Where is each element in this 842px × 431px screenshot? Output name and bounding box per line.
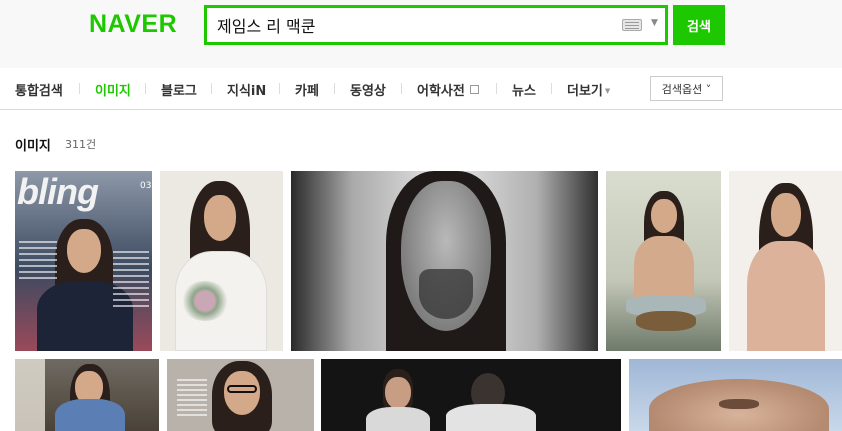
image-thumbnail[interactable] (160, 171, 283, 351)
figure-face (67, 229, 101, 273)
tab-more-wrap[interactable]: 더보기 ▼ (567, 80, 610, 99)
eyebrow (719, 399, 759, 409)
tab-integrated[interactable]: 통합검색 (15, 80, 63, 99)
tab-more[interactable]: 더보기 (567, 84, 603, 99)
header: NAVER ▼ 검색 (0, 0, 842, 68)
tab-news[interactable]: 뉴스 (512, 80, 536, 99)
image-thumbnail[interactable]: bling 03 (15, 171, 152, 351)
tab-kin[interactable]: 지식iN (227, 80, 266, 99)
result-count: 311건 (65, 138, 97, 151)
figure-face (224, 371, 260, 415)
tab-video[interactable]: 동영상 (350, 80, 386, 99)
section-title: 이미지 (15, 139, 51, 154)
beard (419, 269, 473, 319)
figure-face (204, 195, 236, 241)
image-thumbnail[interactable] (629, 359, 842, 431)
figure-face (385, 377, 411, 409)
square-icon (469, 85, 479, 94)
tab-dictionary[interactable]: 어학사전 (417, 84, 465, 99)
divider (79, 83, 80, 94)
tab-images[interactable]: 이미지 (95, 80, 131, 99)
divider (211, 83, 212, 94)
divider (279, 83, 280, 94)
figure-body (747, 241, 825, 351)
category-nav: 통합검색 이미지 블로그 지식iN 카페 동영상 어학사전 뉴스 더보기 ▼ 검색… (0, 68, 842, 110)
image-thumbnail[interactable] (15, 359, 159, 431)
image-thumbnail[interactable] (167, 359, 314, 431)
divider (401, 83, 402, 94)
chevron-down-icon[interactable]: ▼ (651, 18, 658, 28)
food-plate (636, 311, 696, 331)
figure-body (366, 407, 430, 431)
flower-motif (180, 281, 230, 321)
figure-face (771, 193, 801, 237)
search-input[interactable] (217, 8, 607, 42)
image-thumbnail[interactable] (729, 171, 842, 351)
glasses (227, 385, 257, 393)
divider (496, 83, 497, 94)
divider (551, 83, 552, 94)
second-figure-body (446, 404, 536, 431)
figure-body (55, 399, 125, 431)
divider (145, 83, 146, 94)
issue-number: 03 (140, 181, 152, 191)
cover-text-block (113, 251, 149, 311)
image-thumbnail[interactable] (291, 171, 598, 351)
search-button[interactable]: 검색 (673, 5, 725, 45)
tab-dictionary-wrap[interactable]: 어학사전 (417, 80, 479, 99)
cover-text-block (19, 241, 57, 281)
magazine-title: bling (17, 171, 99, 212)
keyboard-icon[interactable] (622, 19, 642, 31)
search-options-button[interactable]: 검색옵션 ˅ (650, 76, 723, 101)
image-thumbnail[interactable] (606, 171, 721, 351)
divider (334, 83, 335, 94)
tab-cafe[interactable]: 카페 (295, 80, 319, 99)
naver-logo[interactable]: NAVER (89, 10, 177, 39)
search-box[interactable]: ▼ (204, 5, 668, 45)
tab-blog[interactable]: 블로그 (161, 80, 197, 99)
figure-face (651, 199, 677, 233)
caret-down-icon: ▼ (604, 87, 611, 95)
light-source (15, 359, 45, 431)
text-block (177, 379, 207, 419)
image-thumbnail[interactable] (321, 359, 621, 431)
